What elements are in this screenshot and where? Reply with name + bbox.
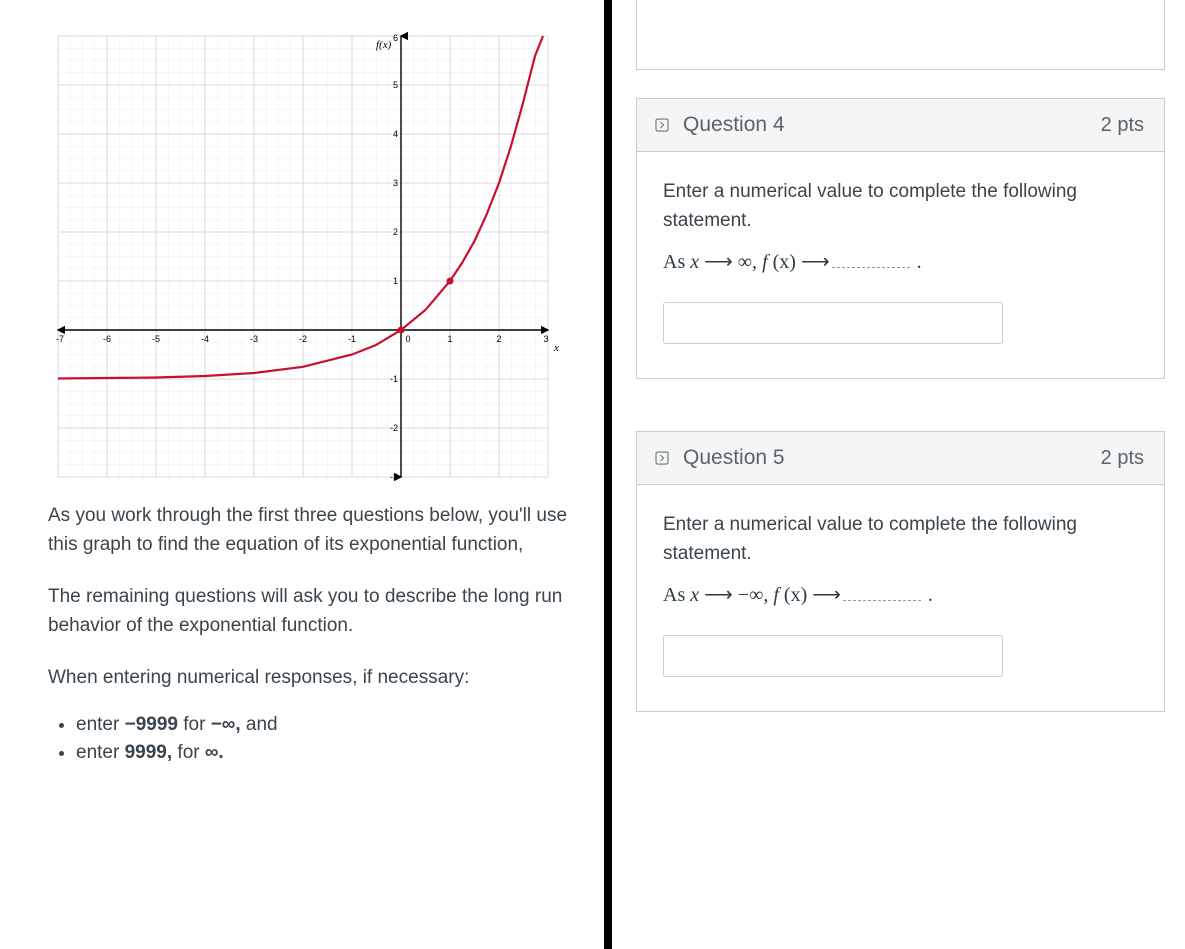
- svg-text:-2: -2: [390, 423, 398, 433]
- svg-text:1: 1: [393, 276, 398, 286]
- svg-text:4: 4: [393, 129, 398, 139]
- svg-text:-4: -4: [201, 334, 209, 344]
- question-header[interactable]: Question 5 2 pts: [637, 432, 1164, 485]
- question-title: Question 5: [683, 446, 785, 470]
- svg-text:2: 2: [393, 227, 398, 237]
- list-item: enter 9999, for ∞.: [76, 742, 568, 764]
- svg-text:1: 1: [447, 334, 452, 344]
- svg-text:3: 3: [393, 178, 398, 188]
- question-math: As x ⟶ ∞, f (x) ⟶ .: [663, 249, 1138, 274]
- intro-paragraph-2: The remaining questions will ask you to …: [48, 582, 568, 641]
- svg-text:3: 3: [543, 334, 548, 344]
- svg-text:-3: -3: [250, 334, 258, 344]
- svg-text:x: x: [553, 342, 559, 354]
- question-points: 2 pts: [1101, 114, 1144, 137]
- intro-paragraph-3: When entering numerical responses, if ne…: [48, 663, 568, 692]
- svg-text:2: 2: [496, 334, 501, 344]
- svg-text:5: 5: [393, 80, 398, 90]
- question-header[interactable]: Question 4 2 pts: [637, 99, 1164, 152]
- svg-text:-2: -2: [299, 334, 307, 344]
- answer-input[interactable]: [663, 635, 1003, 677]
- svg-text:-3: -3: [390, 472, 398, 482]
- svg-text:0: 0: [405, 334, 410, 344]
- question-title: Question 4: [683, 113, 785, 137]
- question-stem: Enter a numerical value to complete the …: [663, 511, 1138, 568]
- question-card-4: Question 4 2 pts Enter a numerical value…: [636, 98, 1165, 379]
- answer-input[interactable]: [663, 302, 1003, 344]
- svg-text:-1: -1: [390, 374, 398, 384]
- svg-text:-6: -6: [103, 334, 111, 344]
- svg-text:6: 6: [393, 33, 398, 43]
- previous-question-fragment: [636, 0, 1165, 70]
- exponential-graph: -7 -6 -5 -4 -3 -2 -1 0 1 2 3 6 5 4 3 2 1 -1 -2 -3 f(x) x: [48, 28, 568, 493]
- question-card-5: Question 5 2 pts Enter a numerical value…: [636, 431, 1165, 712]
- instructions-list: enter −9999 for −∞, and enter 9999, for …: [48, 714, 568, 764]
- svg-text:-1: -1: [348, 334, 356, 344]
- question-stem: Enter a numerical value to complete the …: [663, 178, 1138, 235]
- chevron-right-icon: [651, 114, 673, 136]
- svg-text:-5: -5: [152, 334, 160, 344]
- chevron-right-icon: [651, 447, 673, 469]
- question-math: As x ⟶ −∞, f (x) ⟶ .: [663, 582, 1138, 607]
- svg-text:f(x): f(x): [376, 39, 392, 51]
- intro-paragraph-1: As you work through the first three ques…: [48, 501, 568, 560]
- list-item: enter −9999 for −∞, and: [76, 714, 568, 736]
- question-points: 2 pts: [1101, 447, 1144, 470]
- svg-text:-7: -7: [56, 334, 64, 344]
